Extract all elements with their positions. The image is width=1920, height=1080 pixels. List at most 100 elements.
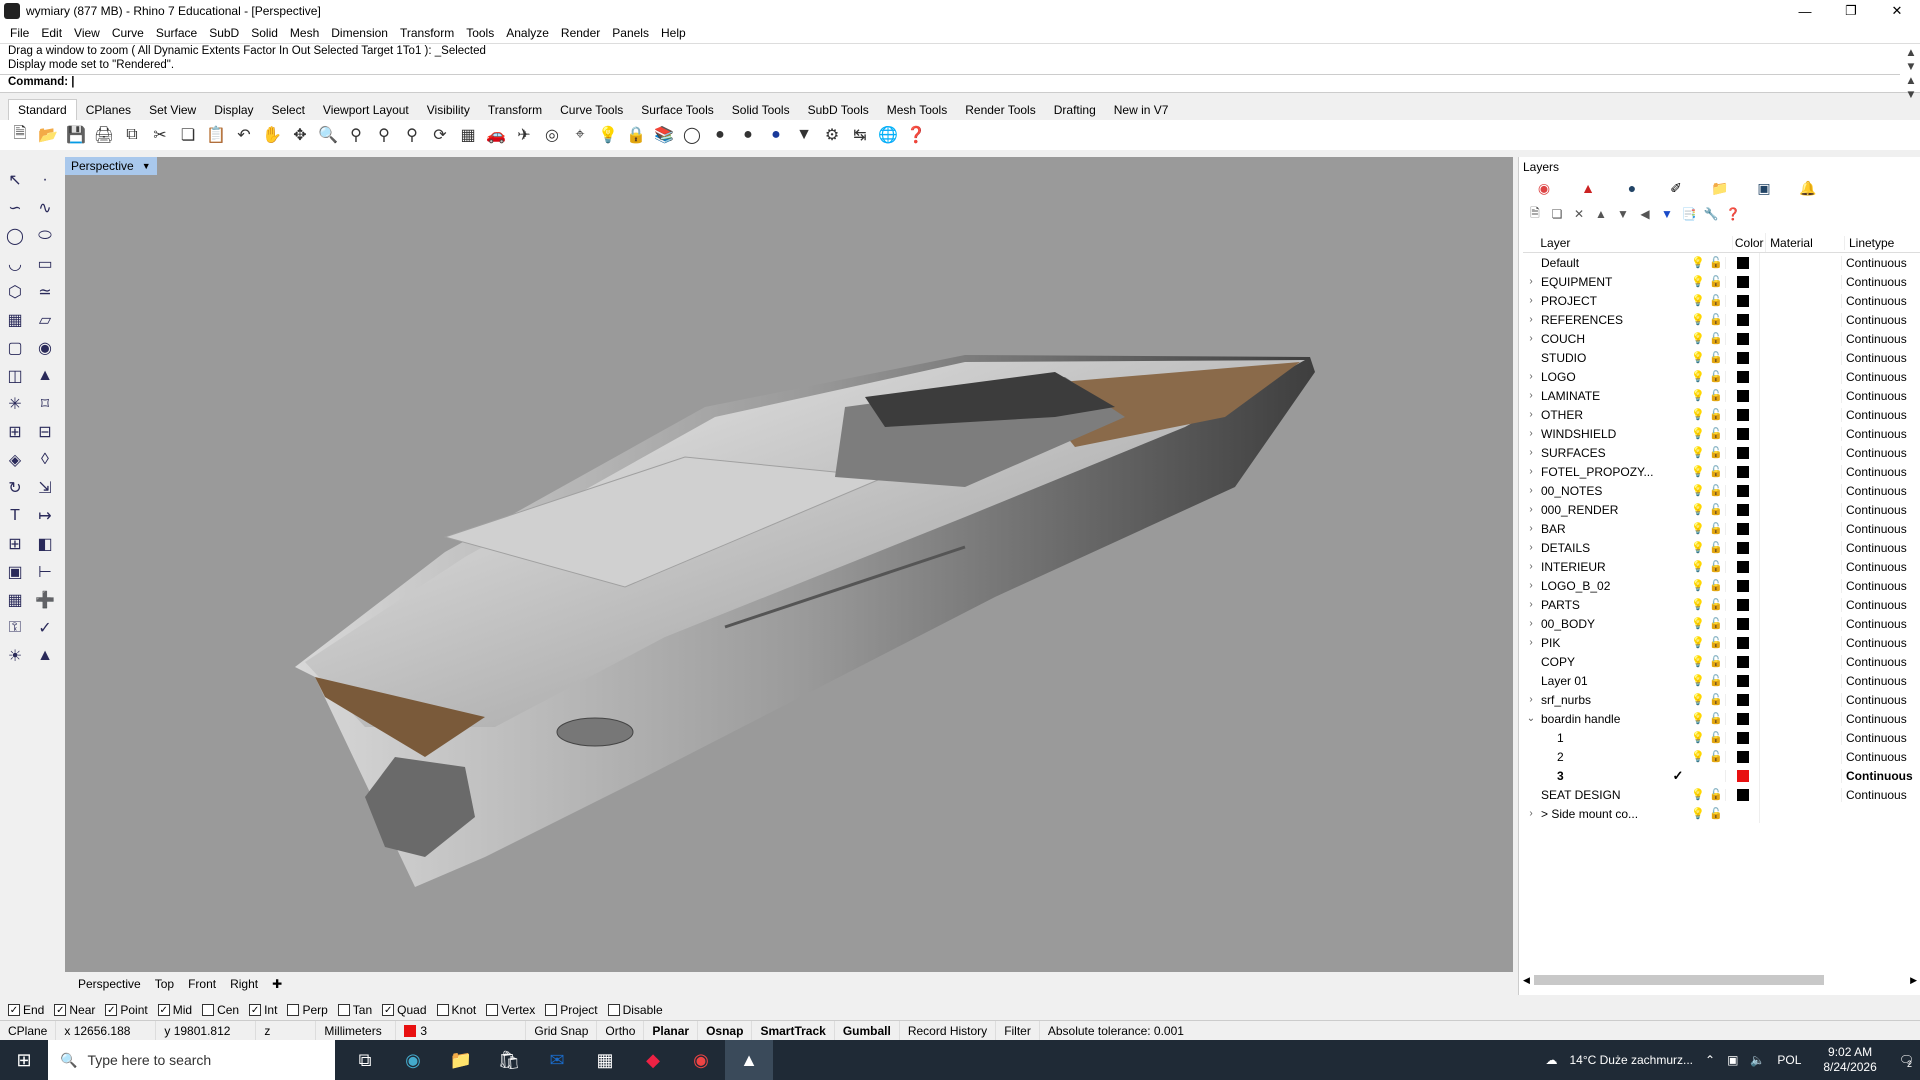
layer-linetype[interactable]: Continuous	[1841, 331, 1920, 346]
weather-text[interactable]: 14°C Duże zachmurz...	[1563, 1053, 1699, 1067]
tab-surface-tools[interactable]: Surface Tools	[632, 100, 723, 120]
layer-row[interactable]: › 00_BODY 💡 🔓 Continuous	[1523, 614, 1920, 633]
render-icon[interactable]: ☀	[2, 643, 28, 669]
layer-name[interactable]: > Side mount co...	[1539, 807, 1667, 821]
layer-linetype[interactable]: Continuous	[1841, 426, 1920, 441]
osnap-project[interactable]: Project	[545, 1003, 598, 1017]
layer-color-cell[interactable]	[1725, 750, 1759, 763]
visibility-bulb-icon[interactable]: 💡	[1689, 351, 1707, 364]
lock-toggle-icon[interactable]: 🔓	[1707, 389, 1725, 402]
layer-name[interactable]: INTERIEUR	[1539, 560, 1667, 574]
layer-linetype[interactable]: Continuous	[1841, 293, 1920, 308]
lock-toggle-icon[interactable]: 🔓	[1707, 313, 1725, 326]
osnap-cen[interactable]: Cen	[202, 1003, 239, 1017]
figma-icon[interactable]: ◆	[629, 1040, 677, 1080]
task-view-icon[interactable]: ⧉	[341, 1040, 389, 1080]
add-view-icon[interactable]: ✚	[265, 977, 289, 991]
menu-surface[interactable]: Surface	[150, 26, 203, 40]
rectangle-icon[interactable]: ▭	[32, 251, 58, 277]
layer-row[interactable]: › DETAILS 💡 🔓 Continuous	[1523, 538, 1920, 557]
lock-toggle-icon[interactable]: 🔓	[1707, 731, 1725, 744]
layer-color-cell[interactable]	[1725, 313, 1759, 326]
layer-color-cell[interactable]	[1725, 731, 1759, 744]
layer-linetype[interactable]: Continuous	[1841, 369, 1920, 384]
notifications-tab-icon[interactable]: 🔔	[1797, 179, 1819, 197]
layer-material-cell[interactable]	[1759, 671, 1841, 690]
lock-toggle-icon[interactable]: 🔓	[1707, 275, 1725, 288]
tab-visibility[interactable]: Visibility	[418, 100, 479, 120]
layer-linetype[interactable]: Continuous	[1841, 540, 1920, 555]
materials-tab-icon[interactable]: ✐	[1665, 179, 1687, 197]
lock-toggle-icon[interactable]: 🔓	[1707, 807, 1725, 820]
gumball-icon[interactable]: ➕	[32, 587, 58, 613]
current-layer-status[interactable]: 3	[396, 1021, 527, 1040]
boolean-icon[interactable]: ◉	[32, 335, 58, 361]
osnap-checkbox[interactable]	[287, 1004, 300, 1016]
expand-toggle-icon[interactable]: ›	[1523, 390, 1539, 401]
layer-material-cell[interactable]	[1759, 348, 1841, 367]
layer-color-cell[interactable]	[1725, 446, 1759, 459]
layer-material-cell[interactable]	[1759, 728, 1841, 747]
rhino-taskbar-icon[interactable]: ▲	[725, 1040, 773, 1080]
osnap-checkbox[interactable]	[202, 1004, 215, 1016]
layer-name[interactable]: boardin handle	[1539, 712, 1667, 726]
layer-material-cell[interactable]	[1759, 500, 1841, 519]
layer-color-cell[interactable]	[1725, 712, 1759, 725]
visibility-bulb-icon[interactable]: 💡	[1689, 693, 1707, 706]
osnap-mid[interactable]: ✓ Mid	[157, 1003, 192, 1017]
visibility-bulb-icon[interactable]: 💡	[1689, 484, 1707, 497]
layer-linetype[interactable]: Continuous	[1841, 559, 1920, 574]
layer-linetype[interactable]: Continuous	[1841, 730, 1920, 745]
visibility-bulb-icon[interactable]: 💡	[1689, 503, 1707, 516]
osnap-point[interactable]: ✓ Point	[105, 1003, 148, 1017]
rotate-icon[interactable]: ↻	[2, 475, 28, 501]
layer-row[interactable]: › PROJECT 💡 🔓 Continuous	[1523, 291, 1920, 310]
layer-color-cell[interactable]	[1725, 655, 1759, 668]
shaded-sphere-icon[interactable]: ●	[708, 123, 732, 147]
layer-name[interactable]: FOTEL_PROPOZY...	[1539, 465, 1667, 479]
chrome-icon[interactable]: ◉	[677, 1040, 725, 1080]
layer-material-cell[interactable]	[1759, 595, 1841, 614]
undo-icon[interactable]: ↶	[232, 123, 256, 147]
menu-view[interactable]: View	[68, 26, 106, 40]
tray-chevron-icon[interactable]: ⌃	[1699, 1053, 1721, 1067]
visibility-bulb-icon[interactable]: 💡	[1689, 560, 1707, 573]
layer-color-cell[interactable]	[1725, 332, 1759, 345]
weather-icon[interactable]: ☁	[1539, 1053, 1563, 1067]
layer-material-cell[interactable]	[1759, 709, 1841, 728]
loft-icon[interactable]: ▱	[32, 307, 58, 333]
layer-linetype[interactable]: Continuous	[1841, 597, 1920, 612]
layer-name[interactable]: 00_BODY	[1539, 617, 1667, 631]
notification-icon[interactable]: 🗨 2	[1893, 1053, 1920, 1069]
visibility-bulb-icon[interactable]: 💡	[1689, 465, 1707, 478]
layer-row[interactable]: › 000_RENDER 💡 🔓 Continuous	[1523, 500, 1920, 519]
menu-curve[interactable]: Curve	[106, 26, 150, 40]
text-icon[interactable]: T	[2, 503, 28, 529]
expand-toggle-icon[interactable]: ›	[1523, 523, 1539, 534]
group-icon[interactable]: ◈	[2, 447, 28, 473]
osnap-checkbox[interactable]: ✓	[8, 1004, 20, 1016]
options-gear-icon[interactable]: ⚙	[820, 123, 844, 147]
layer-filter-icon[interactable]: ▼	[1659, 205, 1675, 223]
expand-toggle-icon[interactable]: ›	[1523, 314, 1539, 325]
layer-name[interactable]: Layer 01	[1539, 674, 1667, 688]
view-tab-perspective[interactable]: Perspective	[71, 977, 148, 991]
units-status[interactable]: Millimeters	[316, 1021, 397, 1040]
point-icon[interactable]: ·	[32, 167, 58, 193]
ellipse-icon[interactable]: ⬭	[32, 223, 58, 249]
layer-material-cell[interactable]	[1759, 424, 1841, 443]
visibility-bulb-icon[interactable]: 💡	[1689, 712, 1707, 725]
outlook-icon[interactable]: ✉	[533, 1040, 581, 1080]
layer-name[interactable]: REFERENCES	[1539, 313, 1667, 327]
layer-row[interactable]: 1 💡 🔓 Continuous	[1523, 728, 1920, 747]
lock-toggle-icon[interactable]: 🔓	[1707, 351, 1725, 364]
layer-row[interactable]: STUDIO 💡 🔓 Continuous	[1523, 348, 1920, 367]
explode-icon[interactable]: ✳	[2, 391, 28, 417]
save-icon[interactable]: 💾	[64, 123, 88, 147]
col-linetype[interactable]: Linetype	[1843, 235, 1920, 250]
expand-toggle-icon[interactable]: ›	[1523, 447, 1539, 458]
layer-linetype[interactable]: Continuous	[1841, 255, 1920, 270]
paste-icon[interactable]: 📋	[204, 123, 228, 147]
layer-linetype[interactable]: Continuous	[1841, 635, 1920, 650]
lock-toggle-icon[interactable]: 🔓	[1707, 503, 1725, 516]
